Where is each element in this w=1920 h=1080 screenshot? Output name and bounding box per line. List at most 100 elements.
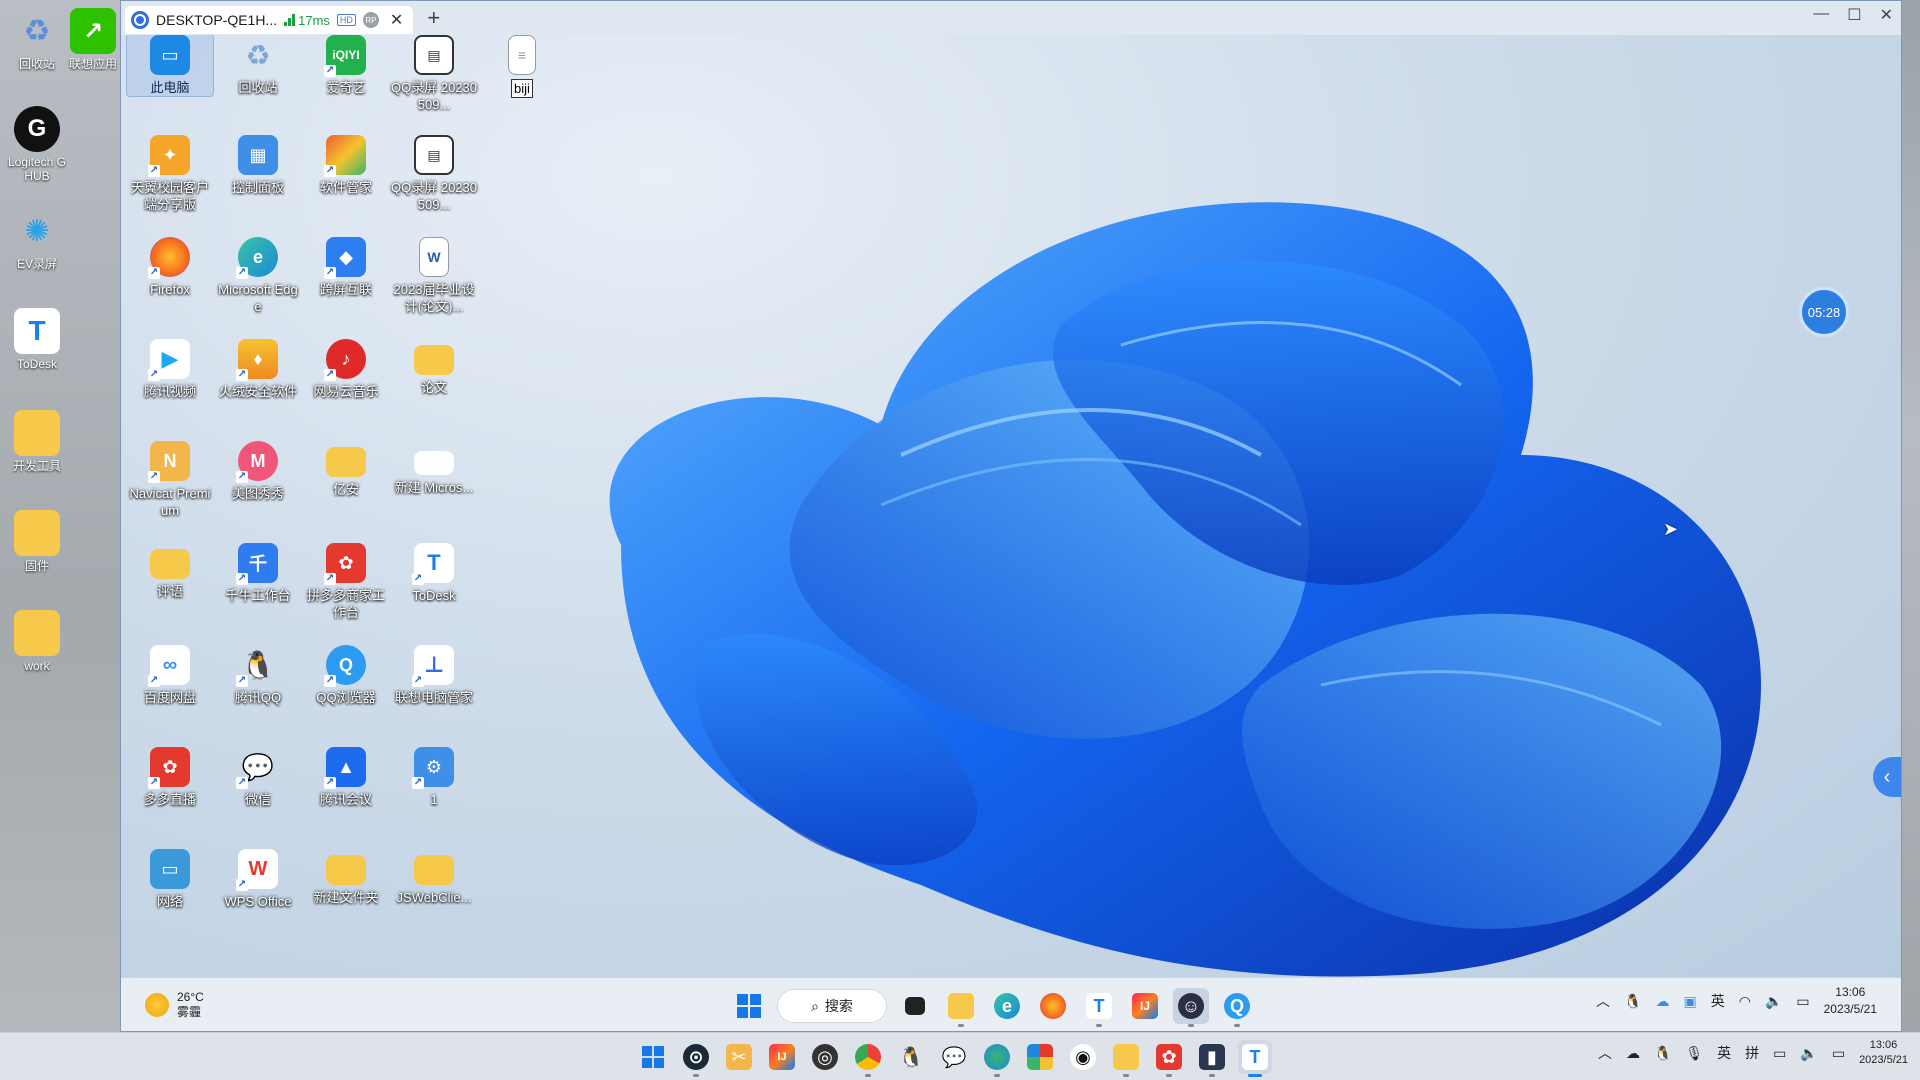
maximize-icon[interactable]: ☐ — [1847, 5, 1861, 25]
host-icon-firmware[interactable]: 固件 — [6, 510, 68, 573]
onedrive-icon[interactable]: ☁ — [1655, 993, 1669, 1010]
game-app-button[interactable]: ◎ — [808, 1040, 842, 1074]
add-tab-button[interactable]: + — [427, 5, 440, 31]
host-icon-todesk[interactable]: T ToDesk — [6, 308, 68, 371]
desktop-icon-tencent-video[interactable]: ▶ 腾讯视频 — [127, 339, 213, 400]
desktop-icon-network[interactable]: ▭ 网络 — [127, 849, 213, 910]
ime-pinyin-indicator[interactable]: 拼 — [1745, 1043, 1759, 1063]
ime-english-indicator[interactable]: 英 — [1717, 1043, 1731, 1063]
session-timer[interactable]: 05:28 — [1799, 287, 1849, 337]
network-icon[interactable]: ▭ — [1773, 1045, 1786, 1062]
desktop-icon-1[interactable]: ⚙ 1 — [391, 747, 477, 808]
minimize-icon[interactable]: — — [1813, 5, 1829, 25]
close-tab-icon[interactable]: ✕ — [390, 10, 403, 30]
qq-browser-button[interactable]: Q — [1219, 988, 1255, 1027]
desktop-icon-control-panel[interactable]: ▦ 控制面板 — [215, 135, 301, 196]
desktop-icon-duoduo-live[interactable]: ✿ 多多直播 — [127, 747, 213, 808]
desktop-icon-thesis-folder[interactable]: 论文 — [391, 339, 477, 396]
host-clock[interactable]: 13:06 2023/5/21 — [1859, 1038, 1908, 1068]
onedrive-icon[interactable]: ☁ — [1626, 1045, 1640, 1062]
avatar-app-button[interactable]: ☺ — [1173, 988, 1209, 1027]
desktop-icon-thesis-doc[interactable]: W 2023届毕业设计(论文)... — [391, 237, 477, 315]
host-start-button[interactable] — [636, 1040, 670, 1074]
desktop-icon-recycle-bin[interactable]: ♻ 回收站 — [215, 35, 301, 96]
desktop-icon-new-folder[interactable]: 新建文件夹 — [303, 849, 389, 906]
intellij-host-button[interactable]: IJ — [765, 1040, 799, 1074]
wifi-icon[interactable]: ◠ — [1739, 993, 1751, 1010]
desktop-icon-firefox[interactable]: Firefox — [127, 237, 213, 298]
remote-clock[interactable]: 13:06 2023/5/21 — [1824, 984, 1877, 1018]
taskbar-search[interactable]: ⌕ 搜索 — [777, 989, 887, 1023]
chevron-up-icon[interactable]: ︿ — [1598, 1043, 1612, 1063]
desktop-icon-netease-music[interactable]: ♪ 网易云音乐 — [303, 339, 389, 400]
volume-icon[interactable]: 🔈 — [1800, 1045, 1817, 1062]
desktop-icon-this-pc[interactable]: ▭ 此电脑 — [126, 35, 214, 97]
desktop-icon-cross-screen[interactable]: ◆ 跨屏互联 — [303, 237, 389, 298]
desktop-icon-iqiyi[interactable]: iQIYI 爱奇艺 — [303, 35, 389, 96]
file-explorer-button[interactable] — [943, 988, 979, 1027]
desktop-icon-lenovo-manager[interactable]: ⊥ 联想电脑管家 — [391, 645, 477, 706]
battery-icon[interactable]: ▭ — [1832, 1045, 1845, 1062]
desktop-icon-tianyi[interactable]: ✦ 天翼校园客户端分享版 — [127, 135, 213, 213]
desktop-icon-new-doc[interactable]: 新建 Micros... — [391, 441, 477, 496]
desktop-icon-tencent-meeting[interactable]: ▲ 腾讯会议 — [303, 747, 389, 808]
pdd-host-button[interactable]: ✿ — [1152, 1040, 1186, 1077]
qq-host-button[interactable]: 🐧 — [894, 1040, 928, 1074]
app-tray-icon[interactable]: ▣ — [1683, 993, 1696, 1010]
intellij-button[interactable]: IJ — [1127, 988, 1163, 1024]
explorer-host-button[interactable] — [1109, 1040, 1143, 1077]
browser-host-button[interactable] — [980, 1040, 1014, 1077]
todesk-host-button[interactable]: T — [1238, 1040, 1272, 1077]
volume-icon[interactable]: 🔈 — [1765, 993, 1782, 1010]
microphone-icon[interactable]: 🎙 — [1685, 1045, 1703, 1062]
desktop-icon-software-manager[interactable]: 软件管家 — [303, 135, 389, 196]
host-icon-recycle-bin[interactable]: ♻ 回收站 — [6, 8, 68, 72]
qq-tray-icon[interactable]: 🐧 — [1654, 1045, 1671, 1062]
desktop-icon-wps[interactable]: W WPS Office — [215, 849, 301, 910]
host-icon-work[interactable]: work — [6, 610, 68, 673]
battery-icon[interactable]: ▭ — [1796, 993, 1809, 1010]
ime-indicator[interactable]: 英 — [1711, 991, 1725, 1011]
desktop-icon-wechat[interactable]: 💬 微信 — [215, 747, 301, 808]
host-icon-dev-tools[interactable]: 开发工具 — [6, 410, 68, 473]
desktop-icon-qq-record-1[interactable]: ▤ QQ录屏 20230509... — [391, 35, 477, 113]
task-view-button[interactable] — [897, 988, 933, 1024]
weather-widget[interactable]: 26°C 雾霾 — [145, 990, 204, 1020]
desktop-icon-meitu[interactable]: M 美图秀秀 — [215, 441, 301, 502]
desktop-icon-yian-folder[interactable]: 亿安 — [303, 441, 389, 498]
desktop-icon-jswebclient[interactable]: JSWebClie... — [391, 849, 477, 906]
firefox-button[interactable] — [1035, 988, 1071, 1024]
github-button[interactable]: ◉ — [1066, 1040, 1100, 1074]
edge-button[interactable]: e — [989, 988, 1025, 1024]
host-icon-lenovo-app[interactable]: ↗ 联想应用 — [68, 8, 118, 71]
desktop-icon-pinduoduo[interactable]: ✿ 拼多多商家工作台 — [303, 543, 389, 621]
qq-tray-icon[interactable]: 🐧 — [1624, 993, 1641, 1010]
side-panel-toggle-icon[interactable]: ‹ — [1873, 757, 1901, 797]
phone-link-button[interactable]: ▮ — [1195, 1040, 1229, 1077]
desktop-icon-qianniu[interactable]: 千 千牛工作台 — [215, 543, 301, 604]
desktop-icon-qq-browser[interactable]: Q QQ浏览器 — [303, 645, 389, 706]
chrome-button[interactable] — [851, 1040, 885, 1077]
desktop-icon-baidu-netdisk[interactable]: ∞ 百度网盘 — [127, 645, 213, 706]
rp-badge[interactable]: RP — [362, 12, 379, 28]
session-tab[interactable]: DESKTOP-QE1H... 17ms HD RP ✕ — [125, 6, 414, 34]
desktop-icon-huorong[interactable]: ♦ 火绒安全软件 — [215, 339, 301, 400]
todesk-button[interactable]: T — [1081, 988, 1117, 1027]
colorful-app-button[interactable] — [1023, 1040, 1057, 1074]
desktop-icon-navicat[interactable]: N Navicat Premium — [127, 441, 213, 519]
wechat-host-button[interactable]: 💬 — [937, 1040, 971, 1074]
start-button[interactable] — [731, 988, 767, 1024]
desktop-icon-todesk[interactable]: T ToDesk — [391, 543, 477, 604]
host-icon-ev-recorder[interactable]: ✺ EV录屏 — [6, 208, 68, 272]
steam-button[interactable]: ⊙ — [679, 1040, 713, 1077]
close-icon[interactable]: ✕ — [1880, 5, 1893, 25]
desktop-icon-qq[interactable]: 🐧 腾讯QQ — [215, 645, 301, 706]
snip-tool-button[interactable]: ✂ — [722, 1040, 756, 1074]
desktop-icon-biji[interactable]: ≡ biji — [479, 35, 565, 98]
host-icon-logitech[interactable]: G Logitech G HUB — [6, 106, 68, 183]
hd-badge[interactable]: HD — [336, 14, 356, 26]
desktop-icon-comments-folder[interactable]: 评语 — [127, 543, 213, 600]
desktop-icon-edge[interactable]: e Microsoft Edge — [215, 237, 301, 315]
desktop-icon-qq-record-2[interactable]: ▤ QQ录屏 20230509... — [391, 135, 477, 213]
chevron-up-icon[interactable]: ︿ — [1596, 991, 1610, 1011]
